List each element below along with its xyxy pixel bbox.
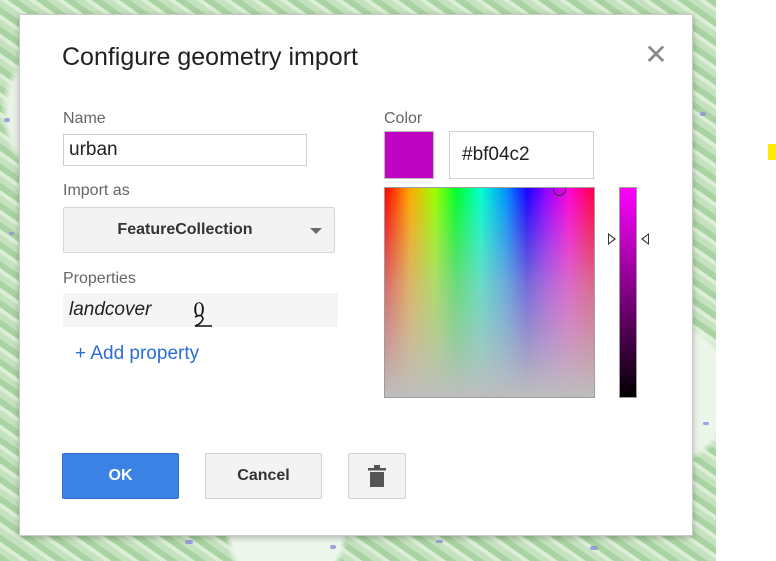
delete-button[interactable] [348, 453, 406, 499]
property-key[interactable]: landcover [69, 299, 151, 321]
map-water-speck [185, 540, 193, 544]
trash-icon [368, 465, 386, 487]
color-swatch[interactable] [384, 131, 434, 179]
import-as-value: FeatureCollection [117, 221, 253, 238]
close-icon[interactable]: ✕ [642, 41, 670, 69]
add-property-link[interactable]: + Add property [75, 343, 199, 365]
map-water-speck [9, 232, 14, 235]
ok-button[interactable]: OK [62, 453, 179, 499]
handwritten-value-mark [194, 314, 212, 327]
map-water-speck [700, 112, 706, 116]
import-as-label: Import as [63, 182, 130, 199]
color-picker-field[interactable] [384, 187, 595, 398]
map-water-speck [4, 118, 10, 122]
brightness-slider[interactable] [619, 187, 637, 398]
map-water-speck [590, 546, 598, 550]
map-highlight-marker [768, 144, 776, 160]
property-row[interactable]: landcover 0 [63, 293, 338, 327]
map-water-speck [703, 422, 709, 425]
cancel-button[interactable]: Cancel [205, 453, 322, 499]
properties-label: Properties [63, 270, 136, 287]
map-water-speck [436, 540, 443, 543]
import-as-select[interactable]: FeatureCollection [63, 207, 335, 253]
picker-saturation-gradient [385, 188, 594, 397]
chevron-down-icon [310, 228, 322, 234]
brightness-slider-arrow-left[interactable] [608, 233, 616, 245]
brightness-slider-arrow-right[interactable] [641, 233, 649, 245]
map-water-speck [330, 545, 336, 549]
dialog-title: Configure geometry import [62, 43, 358, 71]
color-hex-input[interactable] [449, 131, 594, 179]
name-input[interactable] [63, 134, 307, 166]
color-label: Color [384, 110, 423, 127]
geometry-import-dialog: Configure geometry import ✕ Name Import … [19, 14, 693, 536]
name-label: Name [63, 110, 106, 127]
